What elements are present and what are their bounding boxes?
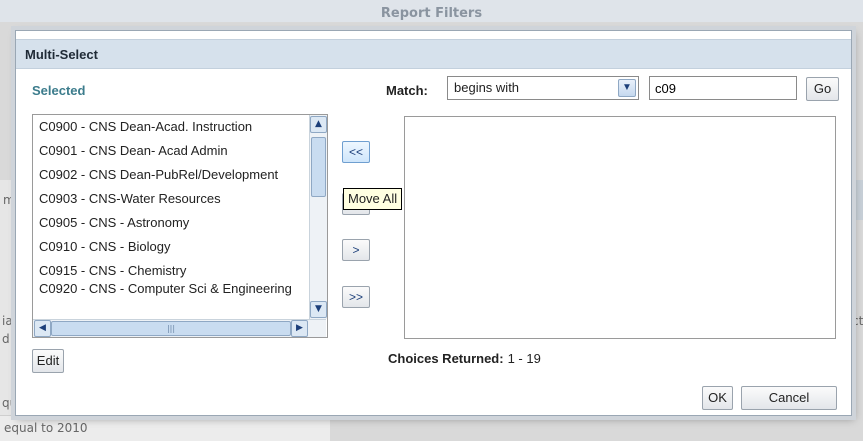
- list-item[interactable]: C0900 - CNS Dean-Acad. Instruction: [33, 115, 309, 139]
- list-item[interactable]: C0910 - CNS - Biology: [33, 235, 309, 259]
- dialog-title: Multi-Select: [16, 39, 851, 69]
- choices-returned-value: 1 - 19: [507, 351, 541, 366]
- scroll-right-icon[interactable]: ▶: [291, 320, 308, 337]
- list-item[interactable]: C0901 - CNS Dean- Acad Admin: [33, 139, 309, 163]
- selected-list: C0900 - CNS Dean-Acad. Instruction C0901…: [33, 115, 309, 301]
- cancel-button[interactable]: Cancel: [741, 386, 837, 410]
- scroll-up-icon[interactable]: ▲: [310, 116, 327, 133]
- list-item[interactable]: C0902 - CNS Dean-PubRel/Development: [33, 163, 309, 187]
- match-operator-select[interactable]: begins with ▼: [447, 76, 639, 100]
- horizontal-scrollbar[interactable]: ◀ ||| ▶: [33, 319, 326, 337]
- list-item[interactable]: C0920 - CNS - Computer Sci & Engineering: [33, 277, 309, 301]
- edit-button[interactable]: Edit: [32, 349, 64, 373]
- match-label: Match:: [386, 83, 428, 98]
- ok-button[interactable]: OK: [702, 386, 733, 410]
- selected-label: Selected: [32, 83, 86, 98]
- background-text: ia: [2, 314, 13, 328]
- list-item[interactable]: C0905 - CNS - Astronomy: [33, 211, 309, 235]
- background-text: equal to 2010: [4, 421, 88, 435]
- horizontal-scroll-thumb[interactable]: |||: [51, 321, 291, 336]
- add-all-button[interactable]: >>: [342, 286, 370, 308]
- match-value-input[interactable]: [649, 76, 797, 100]
- match-operator-value: begins with: [454, 80, 520, 95]
- move-all-tooltip: Move All: [343, 188, 403, 210]
- scroll-left-icon[interactable]: ◀: [34, 320, 51, 337]
- background-text: ct: [852, 314, 863, 328]
- list-item[interactable]: C0903 - CNS-Water Resources: [33, 187, 309, 211]
- background-text: m: [3, 193, 15, 207]
- choices-listbox[interactable]: [404, 116, 836, 339]
- choices-returned-label: Choices Returned: 1 - 19: [388, 351, 541, 366]
- go-button[interactable]: Go: [806, 77, 839, 101]
- vertical-scroll-thumb[interactable]: [311, 137, 326, 197]
- choices-returned-text: Choices Returned:: [388, 351, 504, 366]
- vertical-scrollbar[interactable]: ▲ ▼: [309, 115, 327, 319]
- background-header: Report Filters: [0, 0, 863, 22]
- multi-select-dialog: Multi-Select Selected C0900 - CNS Dean-A…: [15, 30, 852, 416]
- selected-listbox[interactable]: C0900 - CNS Dean-Acad. Instruction C0901…: [32, 114, 328, 338]
- add-button[interactable]: >: [342, 239, 370, 261]
- remove-all-button[interactable]: <<: [342, 141, 370, 163]
- chevron-down-icon[interactable]: ▼: [618, 79, 636, 97]
- scroll-down-icon[interactable]: ▼: [310, 301, 327, 318]
